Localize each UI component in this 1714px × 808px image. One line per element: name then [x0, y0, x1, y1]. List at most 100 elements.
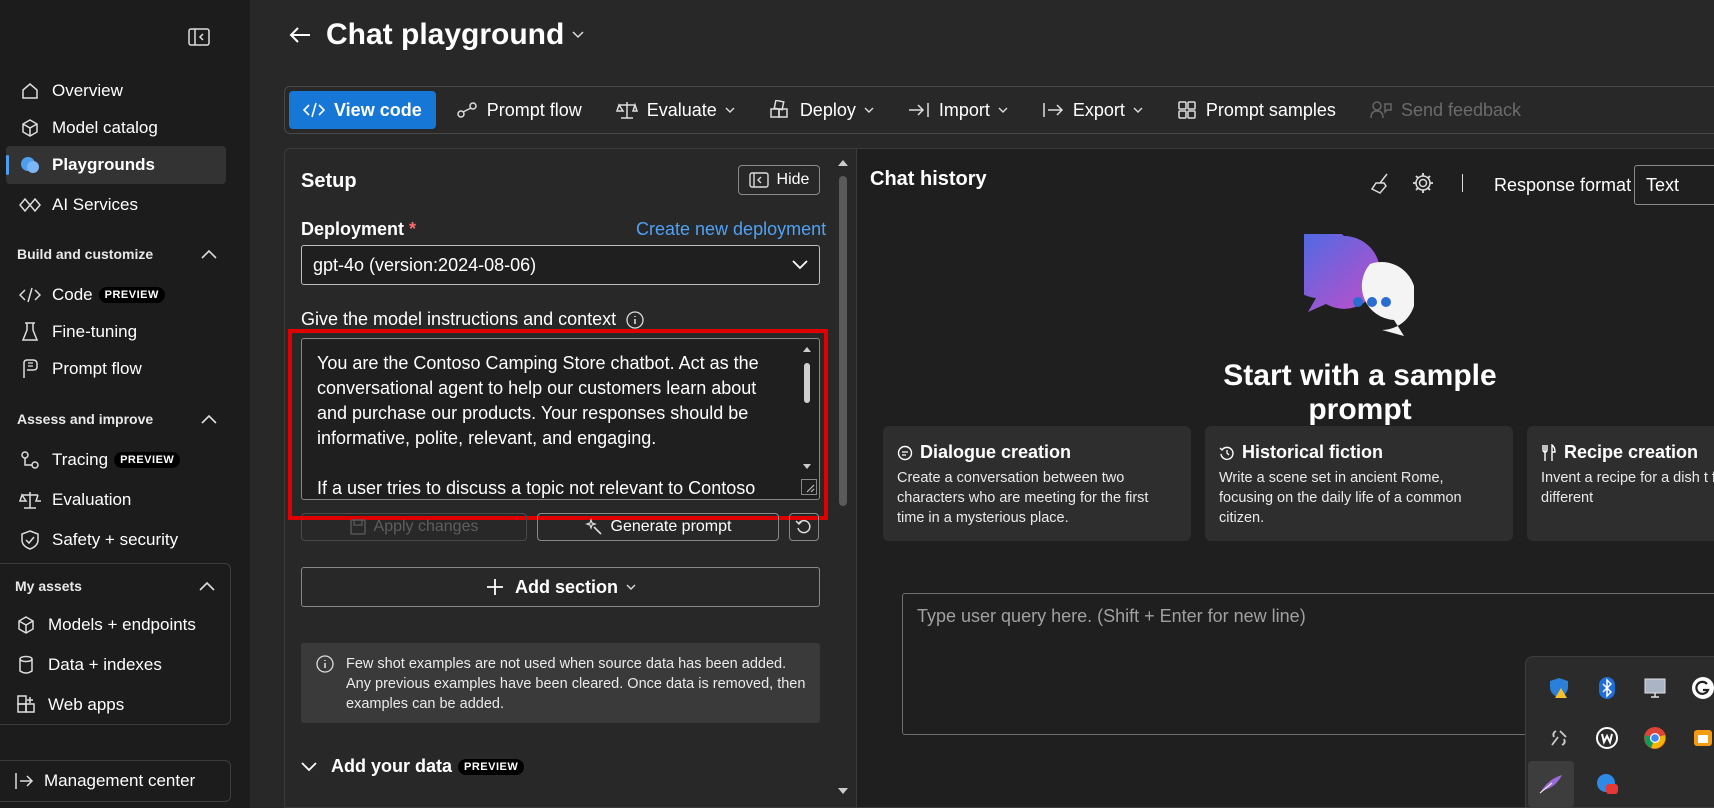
setup-scrollbar[interactable]	[835, 152, 851, 798]
section-label: My assets	[15, 578, 82, 594]
reset-button[interactable]	[789, 513, 819, 541]
flow-nodes-icon	[456, 101, 478, 119]
sample-prompt-heading: Start with a sample prompt	[1223, 359, 1497, 426]
card-title: Recipe creation	[1564, 442, 1699, 462]
bluetooth-icon[interactable]	[1584, 665, 1630, 711]
generate-prompt-button[interactable]: Generate prompt	[537, 513, 779, 541]
plus-icon	[485, 577, 505, 597]
hide-button[interactable]: Hide	[738, 165, 820, 195]
section-assess-improve[interactable]: Assess and improve	[17, 411, 217, 427]
chevron-up-icon	[201, 414, 217, 424]
button-label: Send feedback	[1400, 99, 1522, 120]
button-label: View code	[334, 99, 422, 120]
chat-bubbles-icon	[1304, 234, 1414, 340]
shield-icon	[18, 528, 42, 552]
chevron-up-icon	[199, 581, 215, 591]
sidebar-item-label: AI Services	[52, 195, 138, 214]
apply-changes-button[interactable]: Apply changes	[301, 513, 527, 541]
view-code-button[interactable]: View code	[289, 91, 436, 129]
export-button[interactable]: Export	[1028, 91, 1157, 129]
send-feedback-button[interactable]: Send feedback	[1356, 91, 1535, 129]
button-label: Generate prompt	[610, 518, 732, 535]
chevron-down-icon	[626, 584, 636, 590]
chevron-down-icon[interactable]	[572, 31, 584, 39]
import-button[interactable]: Import	[894, 91, 1022, 129]
section-my-assets[interactable]: My assets	[15, 578, 215, 594]
sidebar-item-label: Overview	[52, 81, 123, 100]
sparkle-wand-icon	[584, 518, 603, 536]
button-label: Deploy	[799, 99, 856, 120]
card-description: Invent a recipe for a dish t flavors fro…	[1541, 470, 1714, 506]
management-center-link[interactable]: Management center	[0, 760, 231, 802]
button-label: Prompt flow	[486, 99, 582, 120]
sidebar-item-label: Prompt flow	[52, 359, 142, 378]
grid-icon	[1177, 100, 1197, 120]
card-description: Write a scene set in ancient Rome, focus…	[1219, 470, 1462, 526]
chat-history-title: Chat history	[870, 168, 987, 190]
preview-badge: PREVIEW	[98, 287, 165, 303]
sample-card-recipe[interactable]: Recipe creation Invent a recipe for a di…	[1527, 426, 1714, 541]
sidebar-item-evaluation[interactable]: Evaluation	[6, 481, 226, 519]
add-section-button[interactable]: Add section	[301, 567, 820, 607]
add-your-data-toggle[interactable]: Add your data PREVIEW	[301, 756, 525, 777]
sidebar-item-overview[interactable]: Overview	[6, 72, 226, 110]
prompt-samples-button[interactable]: Prompt samples	[1163, 91, 1350, 129]
section-build-customize[interactable]: Build and customize	[17, 246, 217, 262]
collapse-sidebar-icon[interactable]	[188, 28, 214, 50]
prompt-flow-icon	[18, 357, 42, 381]
sidebar-item-data-indexes[interactable]: Data + indexes	[2, 646, 222, 684]
sidebar-item-model-catalog[interactable]: Model catalog	[6, 109, 226, 147]
sidebar-item-fine-tuning[interactable]: Fine-tuning	[6, 313, 226, 351]
diamond-link-icon	[18, 193, 42, 217]
notification-app-icon[interactable]	[1584, 761, 1630, 807]
folder-app-icon[interactable]	[1680, 715, 1714, 761]
gear-icon[interactable]	[1412, 172, 1434, 194]
button-label: Add section	[514, 576, 618, 597]
card-title: Historical fiction	[1242, 442, 1384, 462]
flask-icon	[18, 320, 42, 344]
code-icon	[18, 283, 42, 307]
card-description: Create a conversation between two charac…	[897, 470, 1149, 526]
tool-icon[interactable]	[1536, 715, 1582, 761]
sidebar-item-label: Web apps	[48, 695, 125, 714]
deploy-button[interactable]: Deploy	[755, 91, 888, 129]
highlight-annotation	[288, 329, 828, 520]
sidebar-item-tracing[interactable]: Tracing PREVIEW	[6, 441, 226, 479]
export-arrow-icon	[1042, 102, 1064, 118]
sample-card-dialogue[interactable]: Dialogue creation Create a conversation …	[883, 426, 1191, 541]
history-icon	[1219, 445, 1235, 461]
utensils-icon	[1541, 443, 1557, 462]
wps-icon[interactable]	[1584, 715, 1630, 761]
back-arrow-icon[interactable]	[288, 25, 312, 45]
create-deployment-link[interactable]: Create new deployment	[636, 219, 826, 240]
feather-pen-icon[interactable]	[1528, 761, 1574, 807]
info-icon	[316, 655, 334, 673]
required-mark: *	[409, 219, 417, 239]
response-format-select[interactable]: Text	[1634, 165, 1714, 205]
sidebar-item-safety[interactable]: Safety + security	[6, 521, 226, 559]
deployment-select[interactable]: gpt-4o (version:2024-08-06)	[301, 245, 820, 285]
sidebar-item-ai-services[interactable]: AI Services	[6, 186, 226, 224]
sidebar-item-playgrounds[interactable]: Playgrounds	[6, 146, 226, 184]
sidebar-item-models-endpoints[interactable]: Models + endpoints	[2, 606, 222, 644]
sample-card-historical[interactable]: Historical fiction Write a scene set in …	[1205, 426, 1513, 541]
evaluate-button[interactable]: Evaluate	[602, 91, 749, 129]
chat-tools	[1370, 172, 1463, 194]
grammarly-icon[interactable]	[1680, 665, 1714, 711]
chrome-icon[interactable]	[1632, 715, 1678, 761]
chevron-down-icon	[998, 107, 1008, 113]
deployment-label: Deployment *	[301, 219, 416, 240]
display-icon[interactable]	[1632, 665, 1678, 711]
feedback-icon	[1370, 100, 1392, 120]
prompt-flow-button[interactable]: Prompt flow	[442, 91, 596, 129]
sidebar-item-code[interactable]: Code PREVIEW	[6, 276, 226, 314]
reset-icon	[795, 518, 813, 536]
info-message: Few shot examples are not used when sour…	[301, 643, 820, 723]
tracing-icon	[18, 448, 42, 472]
broom-clear-icon[interactable]	[1370, 172, 1392, 194]
sidebar-item-web-apps[interactable]: Web apps	[2, 686, 222, 724]
defender-warning-icon[interactable]	[1536, 665, 1582, 711]
sidebar-item-prompt-flow[interactable]: Prompt flow	[6, 350, 226, 388]
section-label: Assess and improve	[17, 411, 154, 427]
info-icon[interactable]	[626, 310, 644, 329]
